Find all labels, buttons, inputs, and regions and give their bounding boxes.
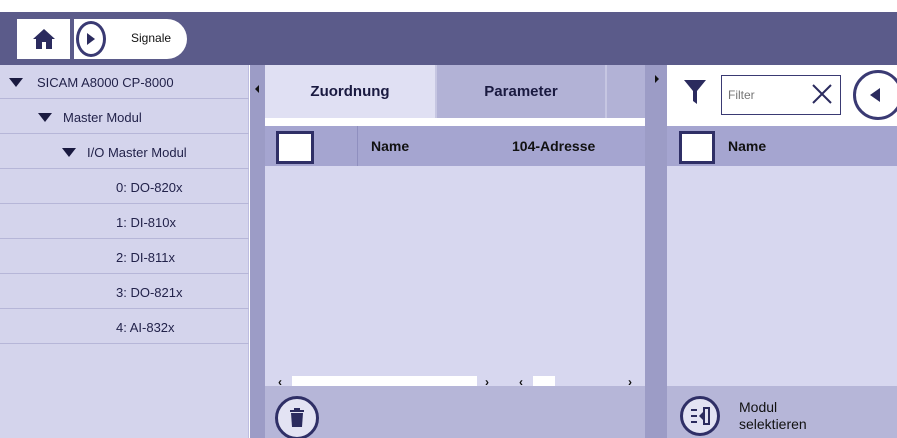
select-module-label[interactable]: Modul selektieren	[739, 399, 859, 433]
tree-item-master-modul[interactable]: Master Modul	[0, 100, 249, 134]
tab-parameter[interactable]: Parameter	[437, 65, 605, 118]
select-module-label-line1: Modul	[739, 399, 778, 415]
tab-bar-filler	[607, 65, 645, 118]
tree-item-label: SICAM A8000 CP-8000	[37, 75, 174, 90]
tree-item-label: Master Modul	[63, 110, 142, 125]
select-module-label-line2: selektieren	[739, 416, 807, 432]
tree-item-io-master-modul[interactable]: I/O Master Modul	[0, 135, 249, 169]
tree-item-label: I/O Master Modul	[87, 145, 187, 160]
expand-triangle-icon[interactable]	[38, 113, 52, 122]
filter-icon[interactable]	[683, 79, 707, 105]
module-table-body	[667, 166, 897, 386]
tree-item-module-4[interactable]: 4: AI-832x	[0, 310, 249, 344]
delete-button[interactable]	[275, 396, 319, 438]
tree-item-module-2[interactable]: 2: DI-811x	[0, 240, 249, 274]
expand-right-icon[interactable]	[655, 75, 659, 83]
expand-triangle-icon[interactable]	[62, 148, 76, 157]
signal-table-footer	[265, 386, 645, 438]
home-icon	[32, 29, 55, 49]
tree-item-sicam[interactable]: SICAM A8000 CP-8000	[0, 65, 249, 99]
select-module-icon	[691, 407, 710, 425]
signal-table-body	[265, 166, 645, 386]
chevron-left-icon	[870, 88, 880, 102]
tree-item-label: 4: AI-832x	[116, 320, 175, 335]
select-module-button[interactable]	[680, 396, 720, 436]
tree-item-label: 0: DO-820x	[116, 180, 183, 195]
page-title: Signale	[131, 31, 172, 45]
select-all-checkbox[interactable]	[276, 131, 314, 164]
expand-triangle-icon[interactable]	[9, 78, 23, 87]
signale-nav-button[interactable]: Signale	[74, 19, 187, 59]
chevron-right-icon	[76, 21, 106, 57]
trash-icon	[290, 408, 304, 427]
collapse-panel-button[interactable]	[853, 70, 897, 120]
column-header-name[interactable]: Name	[728, 138, 766, 154]
signal-table-header: Name 104-Adresse	[265, 126, 645, 166]
tree-item-module-0[interactable]: 0: DO-820x	[0, 170, 249, 204]
column-header-name[interactable]: Name	[371, 138, 409, 154]
right-splitter[interactable]	[645, 65, 667, 438]
clear-filter-icon[interactable]	[810, 82, 834, 106]
tree-item-label: 3: DO-821x	[116, 285, 183, 300]
select-all-checkbox[interactable]	[679, 131, 715, 164]
tree-item-label: 2: DI-811x	[116, 250, 176, 265]
tree-item-module-1[interactable]: 1: DI-810x	[0, 205, 249, 239]
tree-item-module-3[interactable]: 3: DO-821x	[0, 275, 249, 309]
module-tree: SICAM A8000 CP-8000 Master Modul I/O Mas…	[0, 65, 249, 438]
home-button[interactable]	[17, 19, 70, 59]
tree-item-label: 1: DI-810x	[116, 215, 176, 230]
left-splitter[interactable]	[250, 65, 265, 438]
column-header-104-adresse[interactable]: 104-Adresse	[512, 138, 595, 154]
column-divider	[357, 126, 358, 166]
collapse-left-icon[interactable]	[255, 85, 259, 93]
tab-zuordnung[interactable]: Zuordnung	[265, 65, 435, 118]
